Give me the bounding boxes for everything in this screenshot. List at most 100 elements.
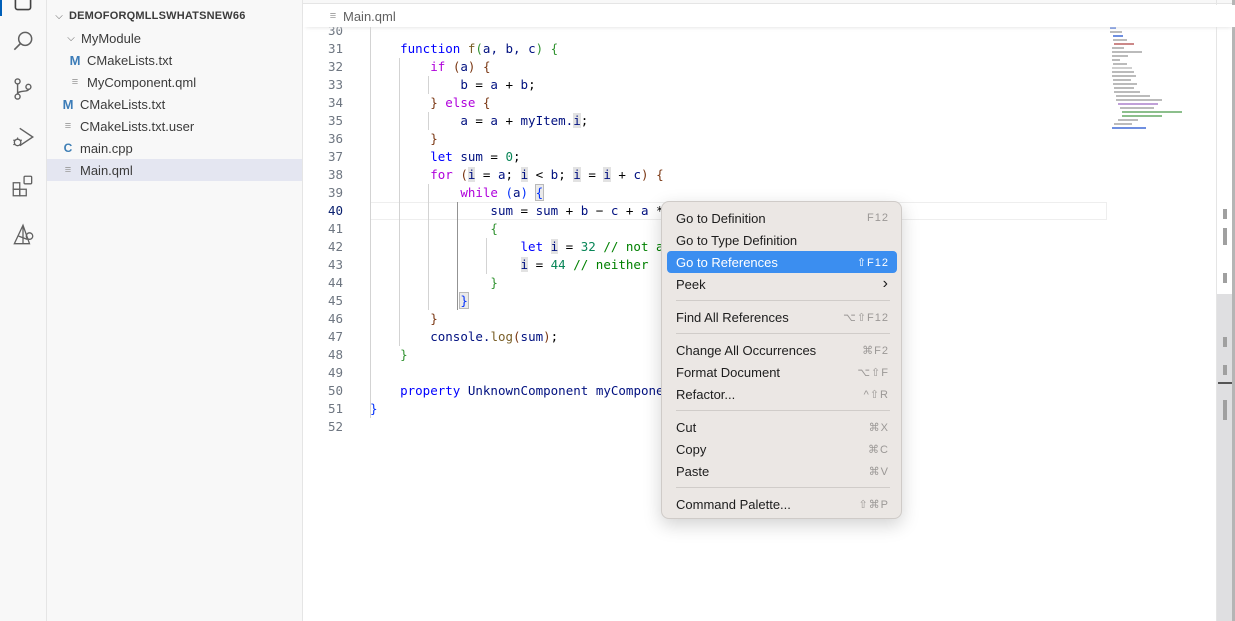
file-label: MyComponent.qml <box>87 74 197 90</box>
code-text: } <box>459 292 469 309</box>
scrollbar-marker <box>1223 365 1227 375</box>
code-text: } <box>370 401 378 416</box>
file-item[interactable]: ≡ Main.qml <box>47 159 302 181</box>
code-line[interactable]: 31 function f(a, b, c) { <box>303 40 1108 58</box>
root-folder-label: DEMOFORQMLLSWHATSNEW66 <box>69 10 246 22</box>
extensions-button[interactable] <box>9 172 37 200</box>
menu-item-format-document[interactable]: Format Document ⌥⇧F <box>667 361 897 383</box>
menu-item-copy[interactable]: Copy ⌘C <box>667 438 897 460</box>
menu-item-shortcut: ⌥⇧F12 <box>843 311 889 324</box>
line-number: 32 <box>327 59 343 74</box>
code-text: } <box>490 275 498 290</box>
cmake-file-icon: M <box>62 96 74 112</box>
code-line[interactable]: 39 while (a) { <box>303 184 1108 202</box>
menu-item-find-all-references[interactable]: Find All References ⌥⇧F12 <box>667 306 897 328</box>
chevron-right-icon: › <box>882 275 889 292</box>
minimap-line <box>1114 123 1132 125</box>
menu-item-label: Copy <box>676 441 707 457</box>
scrollbar-marker <box>1223 228 1227 245</box>
file-item[interactable]: ≡ MyComponent.qml <box>47 71 302 93</box>
search-button[interactable] <box>9 27 37 55</box>
code-line[interactable]: 35 a = a + myItem.i; <box>303 112 1108 130</box>
qt-tools-button[interactable] <box>9 221 37 249</box>
file-label: MyModule <box>81 30 141 46</box>
minimap-line <box>1114 43 1134 45</box>
minimap-line <box>1112 59 1120 61</box>
folder-item[interactable]: ⌵ MyModule <box>47 27 302 49</box>
minimap-line <box>1122 115 1162 117</box>
menu-item-change-all-occurrences[interactable]: Change All Occurrences ⌘F2 <box>667 339 897 361</box>
code-text: for (i = a; i < b; i = i + c) { <box>430 167 664 182</box>
cpp-file-icon: C <box>63 141 73 155</box>
indent-guide <box>399 58 400 346</box>
code-text: { <box>490 221 498 236</box>
minimap-line <box>1120 107 1154 109</box>
source-control-button[interactable] <box>9 75 37 103</box>
line-number: 50 <box>327 383 343 398</box>
code-text: } <box>400 347 408 362</box>
menu-separator <box>676 410 890 411</box>
menu-item-command-palette[interactable]: Command Palette... ⇧⌘P <box>667 493 897 515</box>
file-item[interactable]: M CMakeLists.txt <box>47 93 302 115</box>
file-item[interactable]: M CMakeLists.txt <box>47 49 302 71</box>
menu-item-label: Refactor... <box>676 386 736 402</box>
menu-item-peek[interactable]: Peek › <box>667 273 897 295</box>
menu-separator <box>676 487 890 488</box>
code-text: function f(a, b, c) { <box>400 41 559 56</box>
scrollbar-marker <box>1223 400 1227 420</box>
menu-item-refactor[interactable]: Refactor... ^⇧R <box>667 383 897 405</box>
code-line[interactable]: 33 b = a + b; <box>303 76 1108 94</box>
menu-item-shortcut: ⌘C <box>868 443 889 456</box>
menu-item-cut[interactable]: Cut ⌘X <box>667 416 897 438</box>
menu-item-go-to-definition[interactable]: Go to Definition F12 <box>667 207 897 229</box>
code-text: let i = 32 // not a c <box>520 239 679 254</box>
indent-guide <box>486 238 487 274</box>
extensions-icon <box>12 175 33 197</box>
code-text: b = a + b; <box>460 77 536 92</box>
minimap-line <box>1113 79 1131 81</box>
line-number: 34 <box>327 95 343 110</box>
files-icon <box>14 0 32 11</box>
menu-item-shortcut: ⇧F12 <box>856 256 889 269</box>
minimap-line <box>1114 91 1140 93</box>
line-number: 31 <box>327 41 343 56</box>
code-line[interactable]: 36 } <box>303 130 1108 148</box>
minimap-line <box>1112 127 1146 129</box>
menu-item-go-to-references[interactable]: Go to References ⇧F12 <box>667 251 897 273</box>
breadcrumb[interactable]: ≡ Main.qml <box>303 5 1235 27</box>
minimap[interactable] <box>1110 22 1220 621</box>
file-item[interactable]: Cmain.cpp <box>47 137 302 159</box>
breadcrumb-file[interactable]: Main.qml <box>343 9 396 24</box>
line-number: 38 <box>327 167 343 182</box>
indent-guide <box>457 202 458 310</box>
run-debug-icon <box>13 127 35 147</box>
code-line[interactable]: 34 } else { <box>303 94 1108 112</box>
code-text: a = a + myItem.i; <box>460 113 589 128</box>
minimap-line <box>1110 31 1122 33</box>
code-line[interactable]: 32 if (a) { <box>303 58 1108 76</box>
line-number: 52 <box>327 419 343 434</box>
code-line[interactable]: 38 for (i = a; i < b; i = i + c) { <box>303 166 1108 184</box>
menu-item-paste[interactable]: Paste ⌘V <box>667 460 897 482</box>
line-number: 35 <box>327 113 343 128</box>
line-number: 47 <box>327 329 343 344</box>
vscode-window: ⌵ DEMOFORQMLLSWHATSNEW66 ⌵ MyModule M CMake… <box>0 0 1235 621</box>
minimap-line <box>1112 75 1136 77</box>
activity-bar <box>0 0 47 621</box>
line-number: 37 <box>327 149 343 164</box>
explorer-button[interactable] <box>9 0 37 16</box>
search-icon <box>13 31 33 51</box>
line-number: 39 <box>327 185 343 200</box>
menu-item-go-to-type-definition[interactable]: Go to Type Definition <box>667 229 897 251</box>
menu-item-label: Command Palette... <box>676 496 791 512</box>
minimap-line <box>1118 119 1138 121</box>
text-file-icon: ≡ <box>64 164 72 176</box>
file-item[interactable]: ≡ CMakeLists.txt.user <box>47 115 302 137</box>
line-number: 36 <box>327 131 343 146</box>
code-line[interactable]: 37 let sum = 0; <box>303 148 1108 166</box>
file-label: Main.qml <box>80 162 133 178</box>
line-number: 40 <box>327 203 343 218</box>
run-debug-button[interactable] <box>9 123 37 151</box>
menu-item-label: Peek <box>676 276 706 292</box>
explorer-root-folder[interactable]: ⌵ DEMOFORQMLLSWHATSNEW66 <box>47 5 302 27</box>
